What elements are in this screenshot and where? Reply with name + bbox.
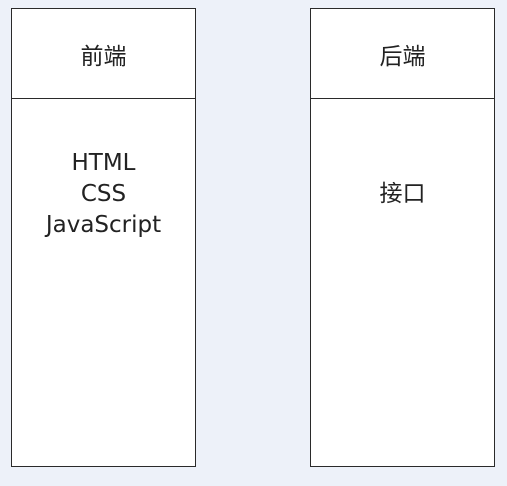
- backend-items: 接口: [311, 99, 494, 289]
- backend-item-interface: 接口: [379, 180, 426, 207]
- frontend-title: 前端: [12, 9, 195, 99]
- backend-box: 后端 接口: [310, 8, 495, 467]
- frontend-box: 前端 HTML CSS JavaScript: [11, 8, 196, 467]
- frontend-items: HTML CSS JavaScript: [12, 99, 195, 289]
- frontend-item-html: HTML: [71, 149, 136, 176]
- backend-title: 后端: [311, 9, 494, 99]
- frontend-item-css: CSS: [80, 180, 127, 207]
- frontend-item-javascript: JavaScript: [45, 211, 162, 238]
